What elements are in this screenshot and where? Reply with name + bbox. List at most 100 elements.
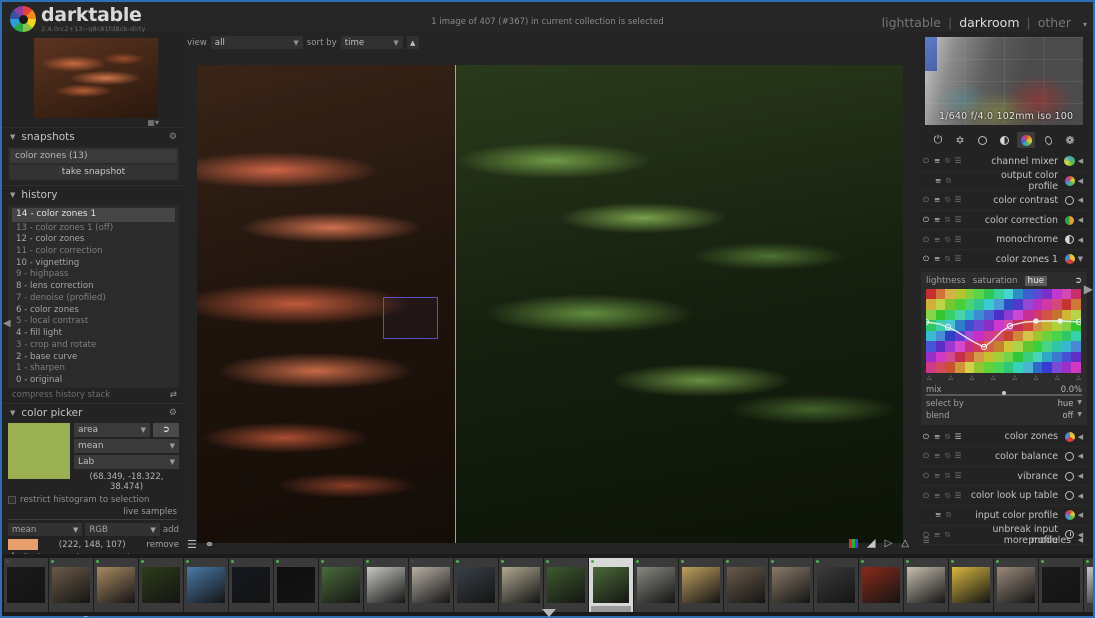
module-color-contrast[interactable]: ⏻ ≡ ⍉ ☰ color contrast ◀: [919, 191, 1089, 211]
filmstrip-thumbnail[interactable]: [544, 558, 588, 612]
module-color-look-up-table[interactable]: ⏻ ≡ ⍉ ☰ color look up table ◀: [919, 486, 1089, 506]
filmstrip-thumbnail[interactable]: [274, 558, 318, 612]
group-effects-icon[interactable]: ❁: [1061, 132, 1079, 148]
filmstrip-thumbnail[interactable]: [994, 558, 1038, 612]
picker-colorspace-select[interactable]: Lab ▼: [74, 455, 179, 470]
picker-statistic-select[interactable]: mean ▼: [74, 439, 179, 454]
filmstrip-thumbnail[interactable]: [49, 558, 93, 612]
filmstrip-thumbnail[interactable]: [94, 558, 138, 612]
tab-saturation[interactable]: saturation: [973, 276, 1018, 286]
mask-shapes-icon[interactable]: ⚭: [205, 538, 214, 551]
chevron-left-icon[interactable]: ◀: [1076, 511, 1085, 519]
filmstrip-thumbnail[interactable]: [724, 558, 768, 612]
filmstrip-thumbnail[interactable]: [409, 558, 453, 612]
module-color-correction[interactable]: ⏻ ≡ ⍉ ☰ color correction ◀: [919, 211, 1089, 231]
left-panel-collapse-arrow-icon[interactable]: ◀: [3, 318, 11, 329]
group-correct-icon[interactable]: [1039, 132, 1057, 148]
softproof-icon[interactable]: ▷: [885, 538, 893, 549]
navigation-zoom-icon[interactable]: ▦▾: [147, 118, 159, 127]
compress-history-row[interactable]: compress history stack ⇄: [12, 390, 177, 400]
remove-sample-button[interactable]: remove: [146, 540, 179, 550]
module-vibrance[interactable]: ⏻ ≡ ⍉ ☰ vibrance ◀: [919, 467, 1089, 487]
take-snapshot-button[interactable]: take snapshot: [10, 165, 177, 179]
right-panel-collapse-arrow-icon[interactable]: ▶: [1084, 282, 1093, 296]
color-picker-header[interactable]: ▼ color picker ⚙: [2, 404, 185, 421]
filmstrip-thumbnail[interactable]: [904, 558, 948, 612]
view-lighttable[interactable]: lighttable: [882, 15, 941, 30]
history-item[interactable]: 14 - color zones 1: [12, 208, 175, 222]
filmstrip-thumbnail[interactable]: [859, 558, 903, 612]
filmstrip-thumbnail[interactable]: [814, 558, 858, 612]
sample-colorspace-select[interactable]: RGB ▼: [85, 523, 160, 537]
chevron-left-icon[interactable]: ◀: [1076, 216, 1085, 224]
filmstrip-thumbnail[interactable]: [454, 558, 498, 612]
chevron-left-icon[interactable]: ◀: [1076, 536, 1085, 544]
chevron-down-icon[interactable]: ▼: [1076, 255, 1085, 263]
mix-slider[interactable]: mix 0.0%: [926, 384, 1082, 396]
image-canvas[interactable]: [197, 65, 903, 543]
zone-handle-icon[interactable]: △: [1076, 374, 1081, 381]
chevron-down-icon[interactable]: ▾: [1083, 20, 1087, 29]
eyedropper-icon[interactable]: ➲: [153, 423, 179, 438]
chevron-left-icon[interactable]: ◀: [1076, 433, 1085, 441]
color-zones-graph[interactable]: [926, 288, 1081, 373]
gear-icon[interactable]: ⚙: [169, 408, 177, 418]
filmstrip-thumbnail[interactable]: [364, 558, 408, 612]
filmstrip[interactable]: [2, 554, 1093, 616]
restrict-histogram-toggle[interactable]: restrict histogram to selection: [8, 495, 179, 505]
history-item[interactable]: 13 - color zones 1 (off): [12, 222, 175, 234]
history-item[interactable]: 0 - original: [12, 375, 175, 387]
filmstrip-thumbnail[interactable]: [499, 558, 543, 612]
navigation-preview[interactable]: [34, 38, 158, 118]
rgb-channels-icon[interactable]: [848, 539, 858, 548]
eyedropper-icon[interactable]: ➲: [1074, 276, 1082, 286]
zone-handle-icon[interactable]: △: [970, 374, 975, 381]
history-item[interactable]: 6 - color zones: [12, 304, 175, 316]
hamburger-menu-icon[interactable]: ☰: [187, 538, 197, 551]
histogram[interactable]: 1/640 f/4.0 102mm iso 100: [925, 37, 1083, 125]
filmstrip-thumbnail[interactable]: [679, 558, 723, 612]
group-color-icon[interactable]: [1017, 132, 1035, 148]
group-grading-icon[interactable]: [995, 132, 1013, 148]
group-active-icon[interactable]: ⏻: [929, 132, 947, 148]
filmstrip-thumbnail[interactable]: [229, 558, 273, 612]
module-color-zones-1[interactable]: ⏻ ≡ ⍉ ☰ color zones 1 ▼: [919, 250, 1089, 270]
color-picker-selection-rect[interactable]: [383, 297, 438, 339]
focus-peaking-icon[interactable]: △: [901, 538, 909, 549]
filmstrip-thumbnail[interactable]: [319, 558, 363, 612]
history-item[interactable]: 9 - highpass: [12, 269, 175, 281]
sort-select[interactable]: time ▼: [340, 36, 403, 49]
chevron-left-icon[interactable]: ◀: [1076, 196, 1085, 204]
zone-handle-icon[interactable]: △: [1034, 374, 1039, 381]
history-item[interactable]: 8 - lens correction: [12, 281, 175, 293]
tab-lightness[interactable]: lightness: [926, 276, 966, 286]
group-favorites-icon[interactable]: ✡: [951, 132, 969, 148]
chevron-left-icon[interactable]: ◀: [1076, 452, 1085, 460]
zone-handle-icon[interactable]: △: [1012, 374, 1017, 381]
filmstrip-thumbnail[interactable]: [1084, 558, 1093, 612]
zone-handle-icon[interactable]: △: [927, 374, 932, 381]
zone-handle-icon[interactable]: △: [991, 374, 996, 381]
filmstrip-thumbnail[interactable]: [1039, 558, 1083, 612]
picker-mode-select[interactable]: area ▼: [74, 423, 150, 438]
zone-handle-icon[interactable]: △: [948, 374, 953, 381]
compress-icon[interactable]: ⇄: [170, 390, 177, 400]
more-modules-row[interactable]: ☰ more modules ◀: [919, 532, 1089, 548]
sample-statistic-select[interactable]: mean ▼: [8, 523, 83, 537]
history-item[interactable]: 11 - color correction: [12, 245, 175, 257]
module-color-zones[interactable]: ⏻ ≡ ⍉ ☰ color zones ◀: [919, 428, 1089, 448]
chevron-left-icon[interactable]: ◀: [1076, 157, 1085, 165]
history-header[interactable]: ▼ history: [2, 186, 185, 203]
chevron-left-icon[interactable]: ◀: [1076, 236, 1085, 244]
filmstrip-thumbnail[interactable]: [634, 558, 678, 612]
history-item[interactable]: 10 - vignetting: [12, 257, 175, 269]
add-sample-button[interactable]: add: [163, 525, 179, 535]
presets-icon[interactable]: ☰: [923, 536, 969, 545]
history-item[interactable]: 1 - sharpen: [12, 363, 175, 375]
select-by-row[interactable]: select by hue ▼: [926, 398, 1082, 408]
before-after-split-handle[interactable]: [454, 65, 456, 543]
view-darkroom[interactable]: darkroom: [959, 15, 1019, 30]
filmstrip-thumbnail[interactable]: [4, 558, 48, 612]
module-output-color-profile[interactable]: ≡ ⍉ output color profile ◀: [919, 170, 1089, 192]
zone-handle-icon[interactable]: △: [1055, 374, 1060, 381]
